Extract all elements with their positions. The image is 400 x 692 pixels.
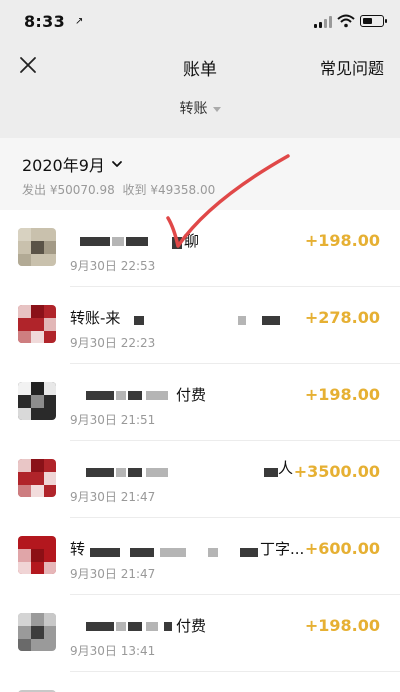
transaction-time: 9月30日 21:51 [70, 413, 156, 427]
mosaic-mask [80, 237, 110, 246]
mosaic-mask [86, 391, 114, 400]
transaction-amount: +198.00 [304, 231, 380, 250]
mosaic-mask [86, 622, 114, 631]
transaction-title: 人 [278, 459, 294, 477]
mosaic-mask [128, 468, 142, 477]
mosaic-mask [126, 237, 148, 246]
status-bar: 8:33 ↗ [0, 0, 400, 44]
transaction-row[interactable]: 转账-来 9月30日 22:23 +278.00 [0, 287, 400, 364]
faq-link[interactable]: 常见问题 [320, 55, 384, 79]
avatar [18, 459, 56, 497]
month-summary: 发出 ¥50070.98 收到 ¥49358.00 [22, 181, 219, 198]
transaction-amount: +3500.00 [293, 462, 380, 481]
mosaic-mask [172, 237, 182, 249]
mosaic-mask [164, 622, 172, 631]
transaction-time: 9月30日 22:23 [70, 336, 156, 350]
mosaic-mask [264, 468, 278, 477]
mosaic-mask [130, 548, 154, 557]
location-icon: ↗ [75, 16, 84, 27]
mosaic-mask [208, 548, 218, 557]
transaction-title: 付费 [176, 386, 207, 404]
transaction-amount: +198.00 [304, 385, 380, 404]
mosaic-mask [160, 548, 186, 557]
transaction-row[interactable]: 付费 9月30日 13:41 +198.00 [0, 595, 400, 672]
month-selector[interactable]: 2020年9月 [22, 152, 123, 176]
mosaic-mask [134, 316, 144, 325]
chevron-down-icon [112, 161, 122, 167]
battery-icon [360, 15, 387, 27]
transaction-title: 聊 [184, 232, 200, 250]
mosaic-mask [146, 468, 168, 477]
mosaic-mask [128, 391, 142, 400]
avatar [18, 382, 56, 420]
transaction-time: 9月30日 21:47 [70, 490, 156, 504]
transaction-amount: +278.00 [304, 308, 380, 327]
mosaic-mask [240, 548, 258, 557]
signal-icon [314, 16, 334, 28]
caret-down-icon [212, 106, 221, 112]
transaction-row[interactable] [0, 672, 400, 692]
transaction-title: 转 [70, 540, 86, 558]
status-time: 8:33 [24, 12, 65, 31]
transaction-title: 转账-来 [70, 309, 121, 327]
avatar [18, 228, 56, 266]
transaction-list: 聊 9月30日 22:53 +198.00 转账-来 9月30日 22:23 +… [0, 210, 400, 692]
transaction-time: 9月30日 22:53 [70, 259, 156, 273]
avatar [18, 305, 56, 343]
mosaic-mask [90, 548, 120, 557]
transaction-row[interactable]: 聊 9月30日 22:53 +198.00 [0, 210, 400, 287]
outgoing-total: 发出 ¥50070.98 [22, 183, 115, 197]
mosaic-mask [112, 237, 124, 246]
incoming-total: 收到 ¥49358.00 [122, 183, 216, 197]
transaction-time: 9月30日 13:41 [70, 644, 156, 658]
mosaic-mask [238, 316, 246, 325]
transaction-title-suffix: 丁字... [260, 540, 305, 558]
mosaic-mask [116, 622, 126, 631]
type-filter-label: 转账 [179, 101, 208, 117]
transaction-row[interactable]: 转 丁字... 9月30日 21:47 +600.00 [0, 518, 400, 595]
avatar [18, 536, 56, 574]
month-header: 2020年9月 发出 ¥50070.98 收到 ¥49358.00 [0, 138, 400, 210]
mosaic-mask [116, 391, 126, 400]
type-filter[interactable]: 转账 [0, 98, 400, 118]
avatar [18, 613, 56, 651]
mosaic-mask [262, 316, 280, 325]
month-label: 2020年9月 [22, 156, 105, 175]
transaction-row[interactable]: 人 9月30日 21:47 +3500.00 [0, 441, 400, 518]
transaction-row[interactable]: 付费 9月30日 21:51 +198.00 [0, 364, 400, 441]
mosaic-mask [146, 391, 168, 400]
mosaic-mask [116, 468, 126, 477]
wifi-icon [337, 14, 355, 28]
transaction-title: 付费 [176, 617, 207, 635]
transaction-amount: +600.00 [304, 539, 380, 558]
nav-bar: 账单 常见问题 [0, 44, 400, 88]
mosaic-mask [86, 468, 114, 477]
transaction-amount: +198.00 [304, 616, 380, 635]
mosaic-mask [146, 622, 158, 631]
transaction-time: 9月30日 21:47 [70, 567, 156, 581]
mosaic-mask [128, 622, 142, 631]
